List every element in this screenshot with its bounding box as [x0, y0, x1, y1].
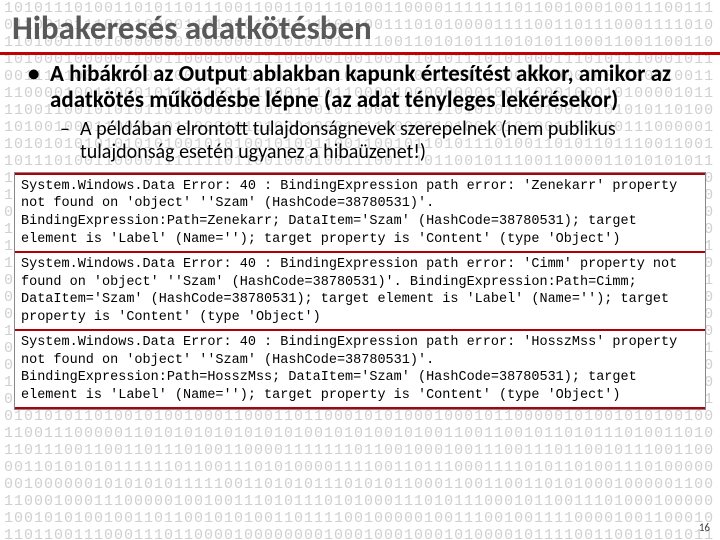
title-underline: [0, 52, 720, 55]
bullet-sub-text: A példában elrontott tulajdonságnevek sz…: [80, 117, 616, 164]
bullet-main-text: A hibákról az Output ablakban kapunk ért…: [50, 60, 671, 114]
slide-title: Hibakeresés adatkötésben: [0, 0, 720, 52]
output-panel: System.Windows.Data Error: 40 : BindingE…: [14, 172, 706, 411]
bullet-main: A hibákról az Output ablakban kapunk ért…: [50, 61, 690, 164]
output-divider: [15, 407, 705, 409]
output-block: System.Windows.Data Error: 40 : BindingE…: [15, 175, 705, 251]
page-number: 16: [699, 521, 710, 534]
bullet-sub: A példában elrontott tulajdonságnevek sz…: [80, 118, 690, 164]
output-block: System.Windows.Data Error: 40 : BindingE…: [15, 253, 705, 329]
output-block: System.Windows.Data Error: 40 : BindingE…: [15, 331, 705, 407]
